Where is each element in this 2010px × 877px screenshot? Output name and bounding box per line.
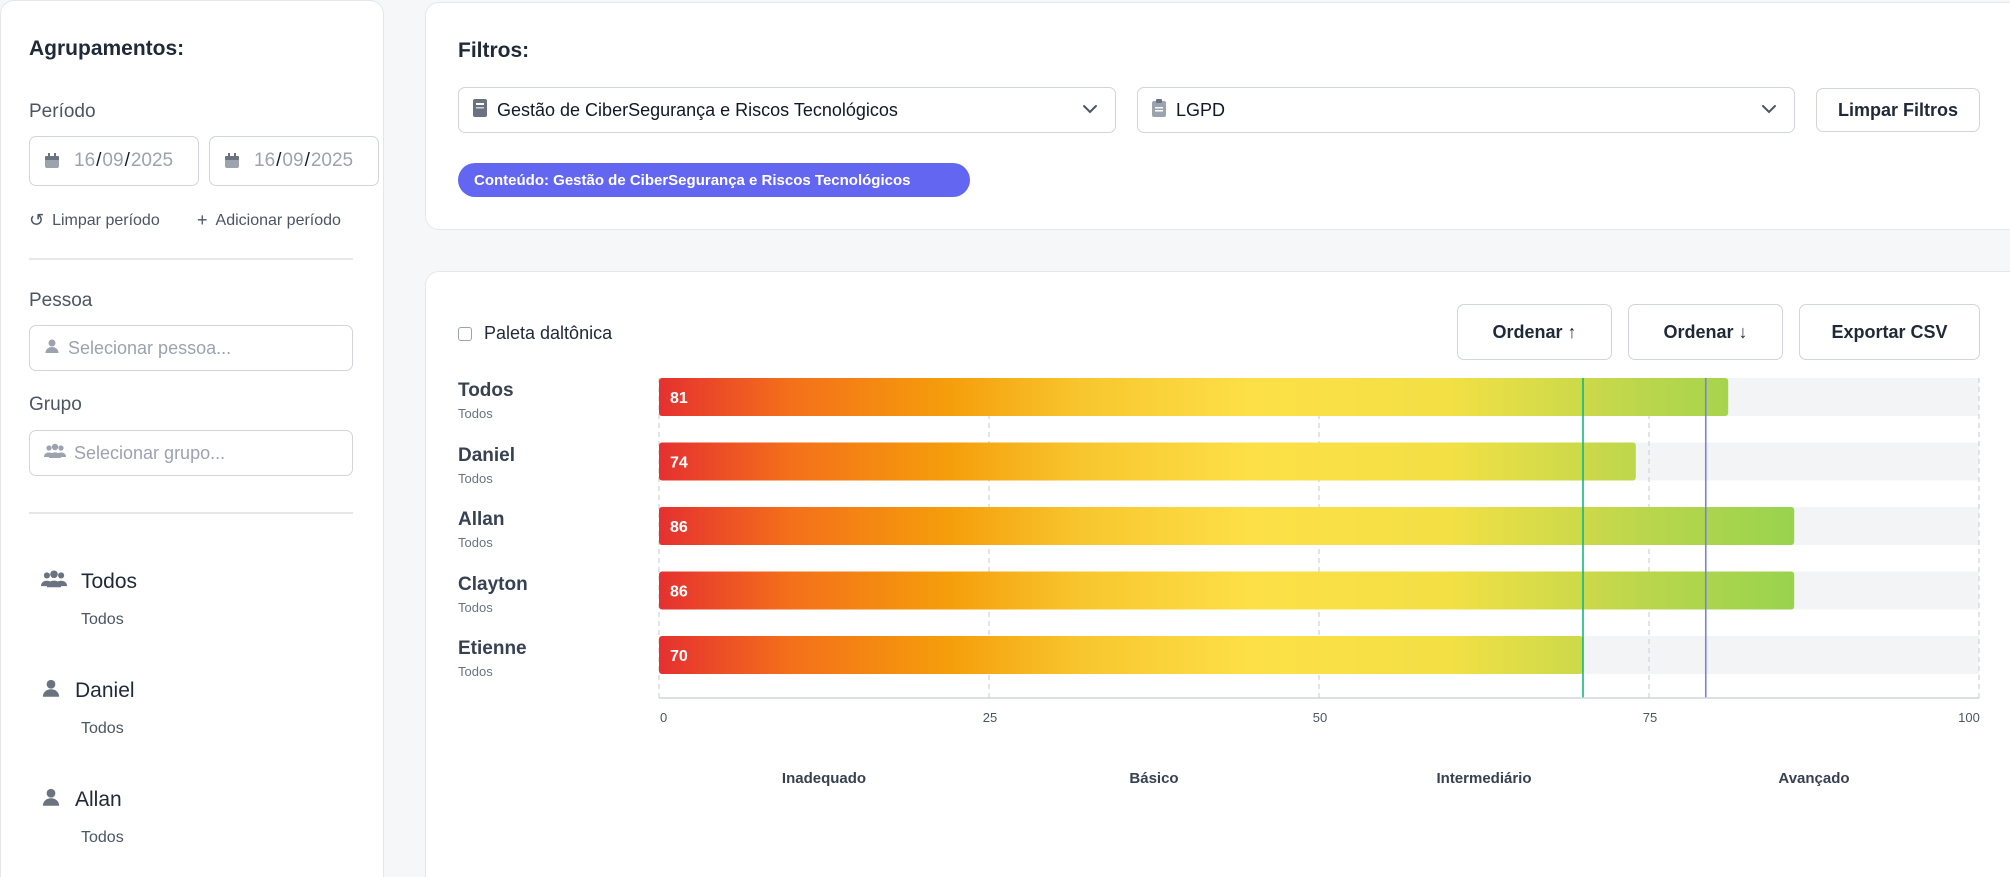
date-start-year: 2025	[130, 150, 174, 171]
content-select[interactable]: Gestão de CiberSegurança e Riscos Tecnol…	[458, 87, 1116, 133]
date-end-input[interactable]: 16/09/2025	[209, 136, 379, 186]
group-item-allan[interactable]: Allan	[41, 787, 122, 813]
groupings-sidebar: Agrupamentos: Período 16/09/2025 16/09/2…	[0, 0, 384, 877]
row-label: Clayton	[458, 573, 528, 595]
users-icon	[44, 443, 66, 464]
bar-value-label: 86	[670, 584, 688, 601]
clipboard-icon	[1152, 98, 1166, 122]
bar	[659, 442, 1636, 481]
row-sublabel: Todos	[458, 470, 493, 486]
date-end-year: 2025	[310, 150, 354, 171]
topic-select[interactable]: LGPD	[1137, 87, 1795, 133]
x-tick-label: 100	[1958, 710, 1980, 725]
sidebar-title: Agrupamentos:	[29, 37, 185, 60]
divider	[29, 258, 353, 260]
users-icon	[41, 569, 67, 595]
group-select[interactable]: Selecionar grupo...	[29, 430, 353, 476]
chevron-down-icon	[1762, 105, 1776, 114]
calendar-icon	[44, 153, 60, 169]
date-start-month: 09	[102, 150, 124, 171]
bar-value-label: 74	[670, 455, 688, 472]
plus-icon: +	[197, 210, 208, 230]
level-label: Intermediário	[1436, 770, 1531, 787]
level-label: Avançado	[1778, 770, 1849, 787]
x-tick-label: 25	[983, 710, 997, 725]
group-item-label: Daniel	[75, 679, 135, 702]
date-start-input[interactable]: 16/09/2025	[29, 136, 199, 186]
reset-icon: ↺	[29, 210, 45, 230]
chart-panel: Paleta daltônica Ordenar ↑ Ordenar ↓ Exp…	[425, 271, 2010, 877]
user-icon	[41, 787, 61, 813]
group-item-label: Allan	[75, 788, 122, 811]
add-period-link[interactable]: + Adicionar período	[197, 210, 341, 231]
row-sublabel: Todos	[458, 664, 493, 679]
group-label: Grupo	[29, 394, 82, 415]
bar-value-label: 81	[670, 390, 688, 407]
bar	[659, 571, 1795, 610]
row-label: Daniel	[458, 444, 516, 466]
x-tick-label: 50	[1313, 710, 1327, 725]
bar	[659, 507, 1795, 545]
row-label: Todos	[458, 380, 514, 401]
score-bar-chart: 81 74 86 86 70 0 25 50 75 100 Inadequado Básico In…	[658, 378, 1980, 787]
group-item-sub: Todos	[81, 611, 124, 628]
person-label: Pessoa	[29, 290, 93, 311]
group-item-sub: Todos	[81, 720, 124, 737]
clear-period-link[interactable]: ↺ Limpar período	[29, 210, 160, 231]
active-filter-chip[interactable]: Conteúdo: Gestão de CiberSegurança e Ris…	[458, 163, 970, 197]
date-end-month: 09	[282, 150, 304, 171]
row-sublabel: Todos	[458, 535, 493, 550]
chevron-down-icon	[1083, 105, 1097, 114]
bar-value-label: 70	[670, 648, 688, 665]
x-tick-label: 0	[660, 710, 667, 725]
bar-value-label: 86	[670, 519, 688, 536]
group-item-daniel[interactable]: Daniel	[41, 678, 135, 704]
divider	[29, 512, 353, 514]
filters-title: Filtros:	[458, 39, 530, 62]
level-label: Básico	[1129, 770, 1178, 787]
bar	[659, 378, 1729, 416]
group-item-label: Todos	[81, 570, 138, 593]
calendar-icon	[224, 153, 240, 169]
book-icon	[473, 98, 487, 122]
person-select[interactable]: Selecionar pessoa...	[29, 325, 353, 371]
date-end-day: 16	[254, 150, 276, 171]
user-icon	[41, 678, 61, 704]
level-label: Inadequado	[782, 770, 866, 787]
row-label: Allan	[458, 509, 505, 530]
bar	[659, 636, 1583, 674]
x-tick-label: 75	[1643, 710, 1657, 725]
user-icon	[44, 338, 60, 359]
row-sublabel: Todos	[458, 406, 493, 421]
group-item-todos[interactable]: Todos	[41, 569, 137, 595]
row-label: Etienne	[458, 638, 527, 659]
filters-panel: Filtros: Gestão de CiberSegurança e Risc…	[425, 2, 2010, 230]
period-label: Período	[29, 101, 96, 122]
date-start-day: 16	[74, 150, 96, 171]
row-sublabel: Todos	[458, 599, 493, 615]
clear-filters-button[interactable]: Limpar Filtros	[1816, 88, 1980, 132]
group-item-sub: Todos	[81, 829, 124, 846]
